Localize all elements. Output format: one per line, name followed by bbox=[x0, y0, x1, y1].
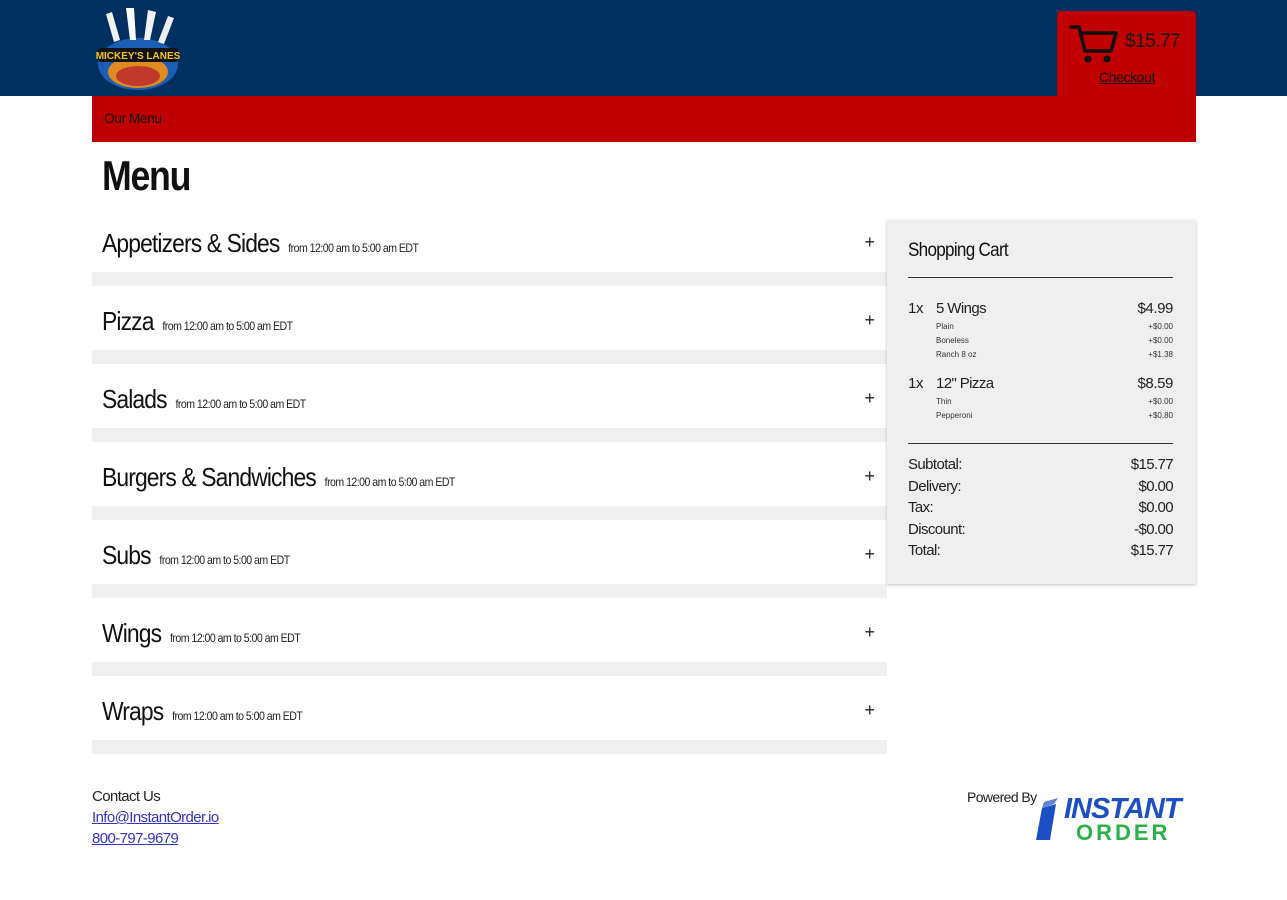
cart-heading: Shopping Cart bbox=[908, 240, 1009, 261]
category-hours: from 12:00 am to 5:00 am EDT bbox=[288, 241, 419, 255]
menu-category[interactable]: Subs from 12:00 am to 5:00 am EDT + bbox=[92, 532, 887, 584]
menu-category[interactable]: Appetizers & Sides from 12:00 am to 5:00 … bbox=[92, 220, 887, 272]
cart-subtotal-row: Subtotal: $15.77 bbox=[908, 456, 1174, 473]
cart-item-modifier: Ranch 8 oz +$1.38 bbox=[936, 350, 1173, 359]
category-divider bbox=[92, 740, 887, 754]
category-divider bbox=[92, 350, 887, 364]
category-name: Wraps from 12:00 am to 5:00 am EDT bbox=[102, 696, 303, 726]
mickeys-lanes-logo[interactable]: MICKEY'S LANES bbox=[92, 6, 184, 92]
menu-category-list: Appetizers & Sides from 12:00 am to 5:00 … bbox=[92, 220, 887, 766]
cart-item-name: 5 Wings bbox=[936, 300, 987, 317]
category-hours: from 12:00 am to 5:00 am EDT bbox=[172, 709, 303, 723]
contact-phone-link[interactable]: 800-797-9679 bbox=[92, 830, 219, 847]
cart-item-modifier: Thin +$0.00 bbox=[936, 397, 1173, 406]
expand-plus-icon[interactable]: + bbox=[864, 622, 875, 643]
category-name: Wings from 12:00 am to 5:00 am EDT bbox=[102, 618, 301, 648]
cart-divider bbox=[908, 277, 1173, 278]
cart-item-modifier: Boneless +$0.00 bbox=[936, 336, 1173, 345]
contact-email-link[interactable]: Info@InstantOrder.io bbox=[92, 809, 219, 826]
menu-category[interactable]: Salads from 12:00 am to 5:00 am EDT + bbox=[92, 376, 887, 428]
category-name: Appetizers & Sides from 12:00 am to 5:00 … bbox=[102, 228, 419, 258]
category-hours: from 12:00 am to 5:00 am EDT bbox=[324, 475, 456, 489]
category-divider bbox=[92, 584, 887, 598]
contact-title: Contact Us bbox=[92, 788, 161, 805]
nav-our-menu-link[interactable]: Our Menu bbox=[104, 110, 162, 126]
cart-item-qty: 1x bbox=[908, 375, 924, 392]
category-hours: from 12:00 am to 5:00 am EDT bbox=[159, 553, 290, 567]
expand-plus-icon[interactable]: + bbox=[864, 232, 875, 253]
cart-discount-row: Discount: -$0.00 bbox=[908, 521, 1174, 538]
cart-item-name: 12" Pizza bbox=[936, 375, 994, 392]
contact-section: Contact Us Info@InstantOrder.io 800-797-… bbox=[92, 788, 219, 851]
category-divider bbox=[92, 662, 887, 676]
cart-delivery-row: Delivery: $0.00 bbox=[908, 478, 1174, 495]
expand-plus-icon[interactable]: + bbox=[864, 388, 875, 409]
category-hours: from 12:00 am to 5:00 am EDT bbox=[175, 397, 306, 411]
instant-order-logo[interactable]: INSTANT ORDER bbox=[1034, 788, 1196, 844]
category-hours: from 12:00 am to 5:00 am EDT bbox=[169, 631, 301, 645]
cart-item-qty: 1x bbox=[908, 300, 924, 317]
expand-plus-icon[interactable]: + bbox=[864, 466, 875, 487]
category-name: Pizza from 12:00 am to 5:00 am EDT bbox=[102, 306, 293, 336]
category-divider bbox=[92, 272, 887, 286]
category-name: Subs from 12:00 am to 5:00 am EDT bbox=[102, 540, 290, 570]
menu-category[interactable]: Wings from 12:00 am to 5:00 am EDT + bbox=[92, 610, 887, 662]
page-title: Menu bbox=[102, 152, 191, 199]
menu-category[interactable]: Pizza from 12:00 am to 5:00 am EDT + bbox=[92, 298, 887, 350]
nav-bar: Our Menu bbox=[92, 96, 1196, 142]
cart-total-row: Total: $15.77 bbox=[908, 542, 1174, 559]
menu-category[interactable]: Burgers & Sandwiches from 12:00 am to 5:0… bbox=[92, 454, 887, 506]
expand-plus-icon[interactable]: + bbox=[864, 310, 875, 331]
category-divider bbox=[92, 506, 887, 520]
cart-item-price: $8.59 bbox=[1137, 375, 1173, 392]
category-name: Burgers & Sandwiches from 12:00 am to 5:0… bbox=[102, 462, 456, 492]
powered-by-label: Powered By bbox=[967, 789, 1037, 805]
category-divider bbox=[92, 428, 887, 442]
menu-category[interactable]: Wraps from 12:00 am to 5:00 am EDT + bbox=[92, 688, 887, 740]
category-hours: from 12:00 am to 5:00 am EDT bbox=[162, 319, 293, 333]
expand-plus-icon[interactable]: + bbox=[864, 544, 875, 565]
expand-plus-icon[interactable]: + bbox=[864, 700, 875, 721]
cart-item-price: $4.99 bbox=[1137, 300, 1173, 317]
cart-divider bbox=[908, 443, 1173, 444]
shopping-cart-panel: Shopping Cart 1x 5 Wings $4.99 Plain +$0.… bbox=[887, 220, 1196, 584]
checkout-link[interactable]: Checkout bbox=[1099, 69, 1155, 85]
cart-item-modifier: Pepperoni +$0.80 bbox=[936, 411, 1173, 420]
header-cart-total: $15.77 bbox=[1125, 31, 1181, 52]
shopping-cart-icon[interactable] bbox=[1069, 23, 1119, 65]
svg-text:ORDER: ORDER bbox=[1076, 820, 1170, 844]
svg-text:MICKEY'S LANES: MICKEY'S LANES bbox=[96, 51, 181, 62]
cart-tax-row: Tax: $0.00 bbox=[908, 499, 1174, 516]
cart-item-modifier: Plain +$0.00 bbox=[936, 322, 1173, 331]
category-name: Salads from 12:00 am to 5:00 am EDT bbox=[102, 384, 306, 414]
